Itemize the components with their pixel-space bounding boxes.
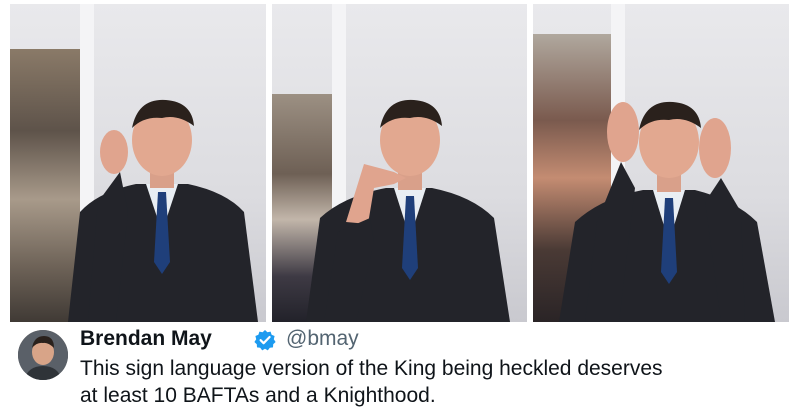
tweet-text: This sign language version of the King b… bbox=[80, 355, 790, 409]
tweet-card: Brendan May @bmay This sign language ver… bbox=[10, 322, 788, 416]
avatar[interactable] bbox=[18, 330, 68, 380]
photo-collage bbox=[0, 0, 800, 322]
interpreter-figure bbox=[306, 99, 510, 322]
author-display-name[interactable]: Brendan May bbox=[80, 327, 212, 351]
author-handle[interactable]: @bmay bbox=[286, 327, 359, 351]
interpreter-figure bbox=[68, 99, 258, 322]
photo-frame-1 bbox=[10, 4, 266, 322]
tweet-text-line: at least 10 BAFTAs and a Knighthood. bbox=[80, 384, 436, 407]
photo-frame-2 bbox=[272, 4, 527, 322]
photo-frame-3 bbox=[533, 4, 789, 322]
interpreter-figure bbox=[559, 101, 775, 322]
avatar-photo bbox=[18, 330, 68, 380]
verified-badge-icon bbox=[254, 330, 276, 351]
tweet-text-line: This sign language version of the King b… bbox=[80, 357, 663, 380]
